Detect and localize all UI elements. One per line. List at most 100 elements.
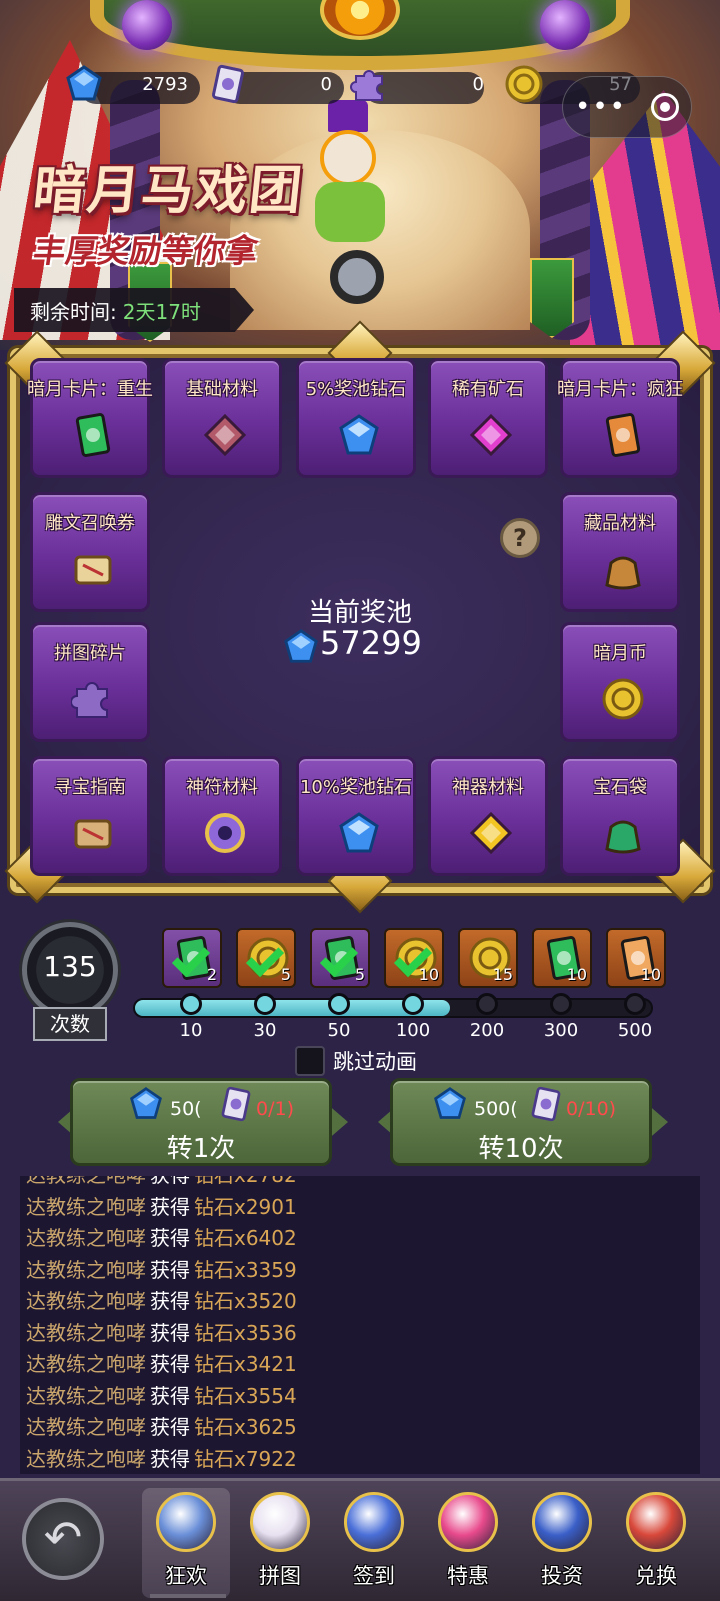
milestone-reward[interactable]: 2 bbox=[162, 928, 222, 988]
milestone-reward[interactable]: 10 bbox=[606, 928, 666, 988]
log-item: 钻石x2901 bbox=[194, 1194, 297, 1219]
milestone-reward[interactable]: 15 bbox=[458, 928, 518, 988]
help-button[interactable]: ? bbox=[500, 518, 540, 558]
log-player: 达教练之咆哮 bbox=[26, 1257, 146, 1282]
milestone-reward[interactable]: 10 bbox=[384, 928, 444, 988]
skip-animation-checkbox[interactable] bbox=[295, 1046, 325, 1076]
log-player: 达教练之咆哮 bbox=[26, 1446, 146, 1471]
milestone-label: 30 bbox=[253, 1020, 277, 1041]
spin-once-label: 转1次 bbox=[166, 1134, 236, 1164]
milestone-reward-qty: 2 bbox=[206, 965, 217, 984]
target-icon[interactable] bbox=[650, 93, 679, 121]
log-row: 达教练之咆哮 获得 钻石x3536 bbox=[20, 1318, 700, 1350]
diamond-icon bbox=[282, 628, 320, 670]
reward-log[interactable]: 达教练之咆哮获得钻石x2782达教练之咆哮获得钻石x2901达教练之咆哮获得钻石… bbox=[20, 1176, 700, 1474]
prize-tile[interactable]: 拼图碎片 bbox=[30, 622, 150, 742]
log-item: 钻石x3520 bbox=[194, 1289, 297, 1313]
milestone-node bbox=[550, 993, 572, 1015]
milestone-reward[interactable]: 10 bbox=[532, 928, 592, 988]
prize-tile-label: 寻宝指南 bbox=[54, 777, 126, 798]
prize-tile[interactable]: 基础材料 bbox=[162, 358, 282, 478]
nav-tab[interactable]: 签到 bbox=[330, 1488, 418, 1598]
log-row: 达教练之咆哮获得钻石x2782 bbox=[20, 1176, 700, 1192]
prize-tile[interactable]: 5%奖池钻石 bbox=[296, 358, 416, 478]
nav-tab[interactable]: 兑换 bbox=[612, 1488, 700, 1598]
prize-tile-label: 雕文召唤券 bbox=[45, 513, 135, 534]
back-arrow-icon[interactable]: ↶ bbox=[22, 1498, 104, 1580]
prize-tile[interactable]: 暗月币 bbox=[560, 622, 680, 742]
green-card-icon bbox=[71, 413, 115, 457]
rune-stone-icon bbox=[203, 413, 247, 457]
spin-ten-label: 转10次 bbox=[478, 1134, 564, 1164]
milestone-label: 200 bbox=[469, 1020, 505, 1041]
more-icon[interactable]: ••• bbox=[575, 92, 627, 122]
milestone-reward-qty: 5 bbox=[354, 965, 365, 984]
circus-tent-icon bbox=[626, 1492, 686, 1552]
prize-tile[interactable]: 稀有矿石 bbox=[428, 358, 548, 478]
log-item: 钻石x3554 bbox=[194, 1383, 297, 1408]
prize-tile-label: 5%奖池钻石 bbox=[305, 379, 407, 400]
spin-ten-ticket: 0/10) bbox=[566, 1098, 617, 1120]
currency-diamond-value: 2793 bbox=[142, 74, 188, 95]
skip-animation-toggle[interactable]: 跳过动画 bbox=[295, 1046, 417, 1076]
diamond-icon bbox=[337, 413, 381, 457]
event-title: 暗月马戏团 bbox=[30, 161, 307, 221]
green-gem-bag-icon bbox=[601, 811, 645, 855]
prize-tile[interactable]: 宝石袋 bbox=[560, 756, 680, 876]
log-action: 获得 bbox=[150, 1415, 190, 1439]
log-action: 获得 bbox=[150, 1446, 190, 1471]
bag-icon bbox=[601, 547, 645, 591]
unicycle-clown bbox=[300, 100, 420, 310]
prize-tile-label: 神器材料 bbox=[452, 777, 524, 798]
log-action: 获得 bbox=[150, 1194, 190, 1219]
prize-tile[interactable]: 神器材料 bbox=[428, 756, 548, 876]
prize-tile-label: 神符材料 bbox=[186, 777, 258, 798]
currency-ticket-value: 0 bbox=[320, 74, 332, 95]
log-item: 钻石x3421 bbox=[194, 1352, 297, 1376]
log-player: 达教练之咆哮 bbox=[26, 1415, 146, 1439]
milestone-node bbox=[328, 993, 350, 1015]
milestone-node bbox=[254, 993, 276, 1015]
log-row: 达教练之咆哮 获得 钻石x3554 bbox=[20, 1381, 700, 1413]
prize-tile-label: 暗月卡片：疯狂 bbox=[557, 379, 683, 400]
milestone-node bbox=[624, 993, 646, 1015]
skip-animation-label: 跳过动画 bbox=[333, 1050, 417, 1074]
prize-tile-label: 拼图碎片 bbox=[54, 643, 126, 664]
spin-count: 135 bbox=[43, 950, 97, 983]
nav-tab[interactable]: 拼图 bbox=[236, 1488, 324, 1598]
prize-tile[interactable]: 暗月卡片：疯狂 bbox=[557, 358, 683, 478]
log-player: 达教练之咆哮 bbox=[26, 1176, 146, 1187]
prize-tile-label: 宝石袋 bbox=[593, 777, 647, 798]
nav-tab-label: 投资 bbox=[541, 1564, 583, 1588]
nav-tab[interactable]: 投资 bbox=[518, 1488, 606, 1598]
milestone-reward-qty: 5 bbox=[280, 965, 291, 984]
nav-tab[interactable]: 特惠 bbox=[424, 1488, 512, 1598]
log-row: 达教练之咆哮 获得 钻石x3359 bbox=[20, 1255, 700, 1287]
milestone-reward[interactable]: 5 bbox=[310, 928, 370, 988]
log-row: 达教练之咆哮 获得 钻石x6402 bbox=[20, 1223, 700, 1255]
active-tab-indicator bbox=[150, 1594, 226, 1598]
milestone-label: 100 bbox=[395, 1020, 431, 1041]
remaining-time-value: 2天17时 bbox=[122, 299, 201, 324]
currency-puzzle-value: 0 bbox=[472, 74, 484, 95]
nav-tab[interactable]: 狂欢 bbox=[142, 1488, 230, 1598]
spin-once-cost: 50( bbox=[170, 1098, 202, 1120]
prize-tile[interactable]: 寻宝指南 bbox=[30, 756, 150, 876]
milestone-reward[interactable]: 5 bbox=[236, 928, 296, 988]
yellow-gem-icon bbox=[469, 811, 513, 855]
puzzle-icon bbox=[350, 64, 390, 108]
prize-tile[interactable]: 神符材料 bbox=[162, 756, 282, 876]
prize-tile[interactable]: 暗月卡片：重生 bbox=[27, 358, 153, 478]
rune-orb-icon bbox=[203, 811, 247, 855]
prize-tile-label: 基础材料 bbox=[186, 379, 258, 400]
nav-tab-label: 兑换 bbox=[635, 1564, 677, 1588]
prize-tile[interactable]: 10%奖池钻石 bbox=[296, 756, 416, 876]
milestone-reward-qty: 10 bbox=[418, 965, 439, 984]
log-row: 达教练之咆哮 获得 钻石x2901 bbox=[20, 1192, 700, 1224]
log-row: 达教练之咆哮 获得 钻石x3421 bbox=[20, 1349, 700, 1381]
log-player: 达教练之咆哮 bbox=[26, 1383, 146, 1408]
reward-log-list: 达教练之咆哮获得钻石x2782达教练之咆哮获得钻石x2901达教练之咆哮获得钻石… bbox=[20, 1176, 700, 1474]
prize-tile-label: 暗月币 bbox=[593, 643, 647, 664]
mini-program-capsule[interactable]: ••• bbox=[562, 76, 692, 138]
card-ticket-icon bbox=[218, 1086, 254, 1126]
